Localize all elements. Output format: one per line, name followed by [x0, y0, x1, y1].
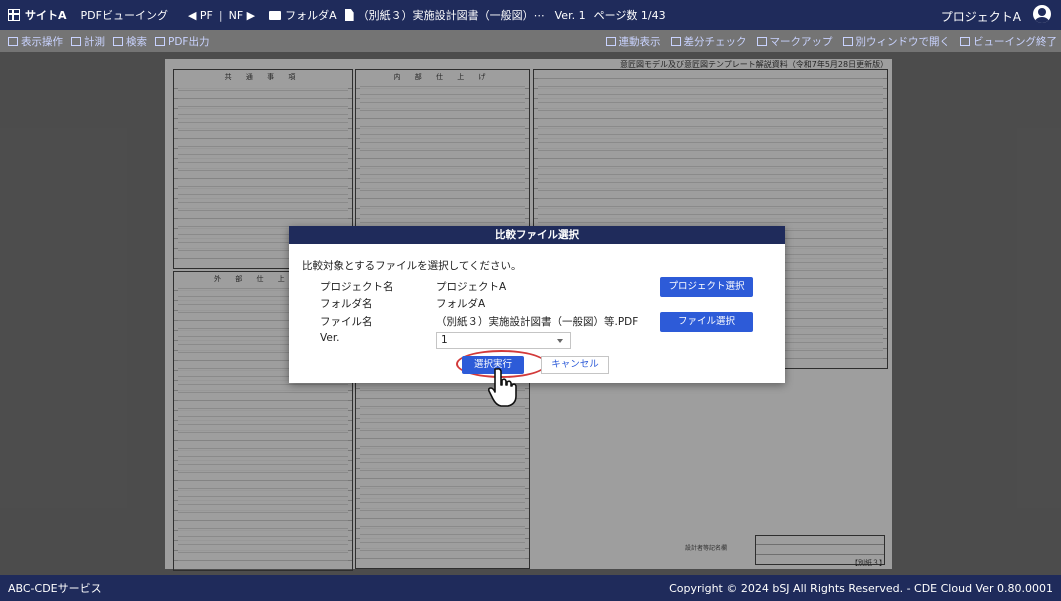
display-icon — [8, 36, 18, 46]
site-name: サイトA — [25, 9, 67, 22]
folder-icon — [269, 10, 282, 20]
project-row: プロジェクト名 プロジェクトA — [320, 279, 506, 294]
dialog-title: 比較ファイル選択 — [289, 226, 785, 244]
chevron-down-icon — [557, 339, 563, 343]
project-value: プロジェクトA — [436, 281, 507, 293]
page-count: ページ数 1/43 — [593, 9, 666, 22]
prev-file-button[interactable]: ◀ PF — [188, 9, 213, 22]
version-select-value: 1 — [441, 334, 448, 346]
site-brand[interactable]: サイトA — [8, 7, 67, 23]
viewer-toolbar: 表示操作 計測 検索 PDF出力 連動表示 差分チェック マークアップ 別ウィン… — [0, 30, 1061, 52]
file-select-button[interactable]: ファイル選択 — [660, 312, 753, 332]
project-label: プロジェクト名 — [320, 281, 394, 293]
service-name: ABC-CDEサービス — [8, 582, 102, 595]
file-row: ファイル名 （別紙３）実施設計図書（一般図）等.PDF — [320, 314, 638, 329]
pen-icon — [756, 36, 767, 46]
user-icon[interactable] — [1033, 5, 1051, 23]
ver-row: Ver. — [320, 332, 436, 344]
ver-label: Ver. — [320, 332, 340, 344]
new-window-icon — [842, 36, 853, 46]
copyright: Copyright © 2024 bSJ All Rights Reserved… — [669, 581, 1053, 595]
nav-divider: | — [218, 8, 223, 22]
project-select-button[interactable]: プロジェクト選択 — [660, 277, 753, 297]
site-grid-icon — [8, 9, 20, 21]
diff-check-button[interactable]: 差分チェック — [670, 34, 747, 49]
dialog-instruction: 比較対象とするファイルを選択してください。 — [302, 260, 522, 272]
folder-name: フォルダA — [285, 9, 337, 22]
file-label: ファイル名 — [320, 316, 373, 328]
end-viewing-button[interactable]: ビューイング終了 — [960, 34, 1057, 49]
hand-cursor-icon — [487, 367, 517, 407]
next-file-button[interactable]: NF ▶ — [229, 9, 256, 22]
title-bar: サイトA PDFビューイング ◀ PF | NF ▶ フォルダA （別紙３）実施… — [0, 0, 1061, 30]
pdf-export-button[interactable]: PDF出力 — [155, 34, 209, 49]
file-value: （別紙３）実施設計図書（一般図）等.PDF — [436, 316, 639, 328]
file-breadcrumb[interactable]: （別紙３）実施設計図書（一般図）⋯ — [344, 7, 545, 23]
linked-view-icon — [605, 36, 616, 46]
display-ops-button[interactable]: 表示操作 — [8, 34, 63, 49]
folder-breadcrumb[interactable]: フォルダA — [269, 7, 337, 23]
cancel-button[interactable]: キャンセル — [541, 356, 609, 374]
search-button[interactable]: 検索 — [113, 34, 147, 49]
diff-icon — [670, 36, 681, 46]
folder-value: フォルダA — [436, 298, 486, 310]
download-icon — [155, 36, 165, 46]
close-icon — [960, 36, 970, 46]
pdf-viewing-label: PDFビューイング — [80, 9, 168, 22]
project-name[interactable]: プロジェクトA — [941, 8, 1021, 25]
folder-row: フォルダ名 フォルダA — [320, 296, 485, 311]
compare-file-dialog: 比較ファイル選択 比較対象とするファイルを選択してください。 プロジェクト名 プ… — [289, 226, 785, 383]
version-label: Ver. 1 — [554, 8, 586, 22]
open-new-window-button[interactable]: 別ウィンドウで開く — [842, 34, 950, 49]
ruler-icon — [71, 36, 81, 46]
search-icon — [113, 36, 123, 46]
version-select[interactable]: 1 — [436, 332, 571, 349]
linked-view-button[interactable]: 連動表示 — [605, 34, 661, 49]
measure-button[interactable]: 計測 — [71, 34, 105, 49]
footer-bar: ABC-CDEサービス Copyright © 2024 bSJ All Rig… — [0, 575, 1061, 601]
file-name: （別紙３）実施設計図書（一般図）⋯ — [357, 9, 545, 22]
markup-button[interactable]: マークアップ — [756, 34, 833, 49]
file-icon — [344, 9, 354, 21]
folder-label: フォルダ名 — [320, 298, 373, 310]
